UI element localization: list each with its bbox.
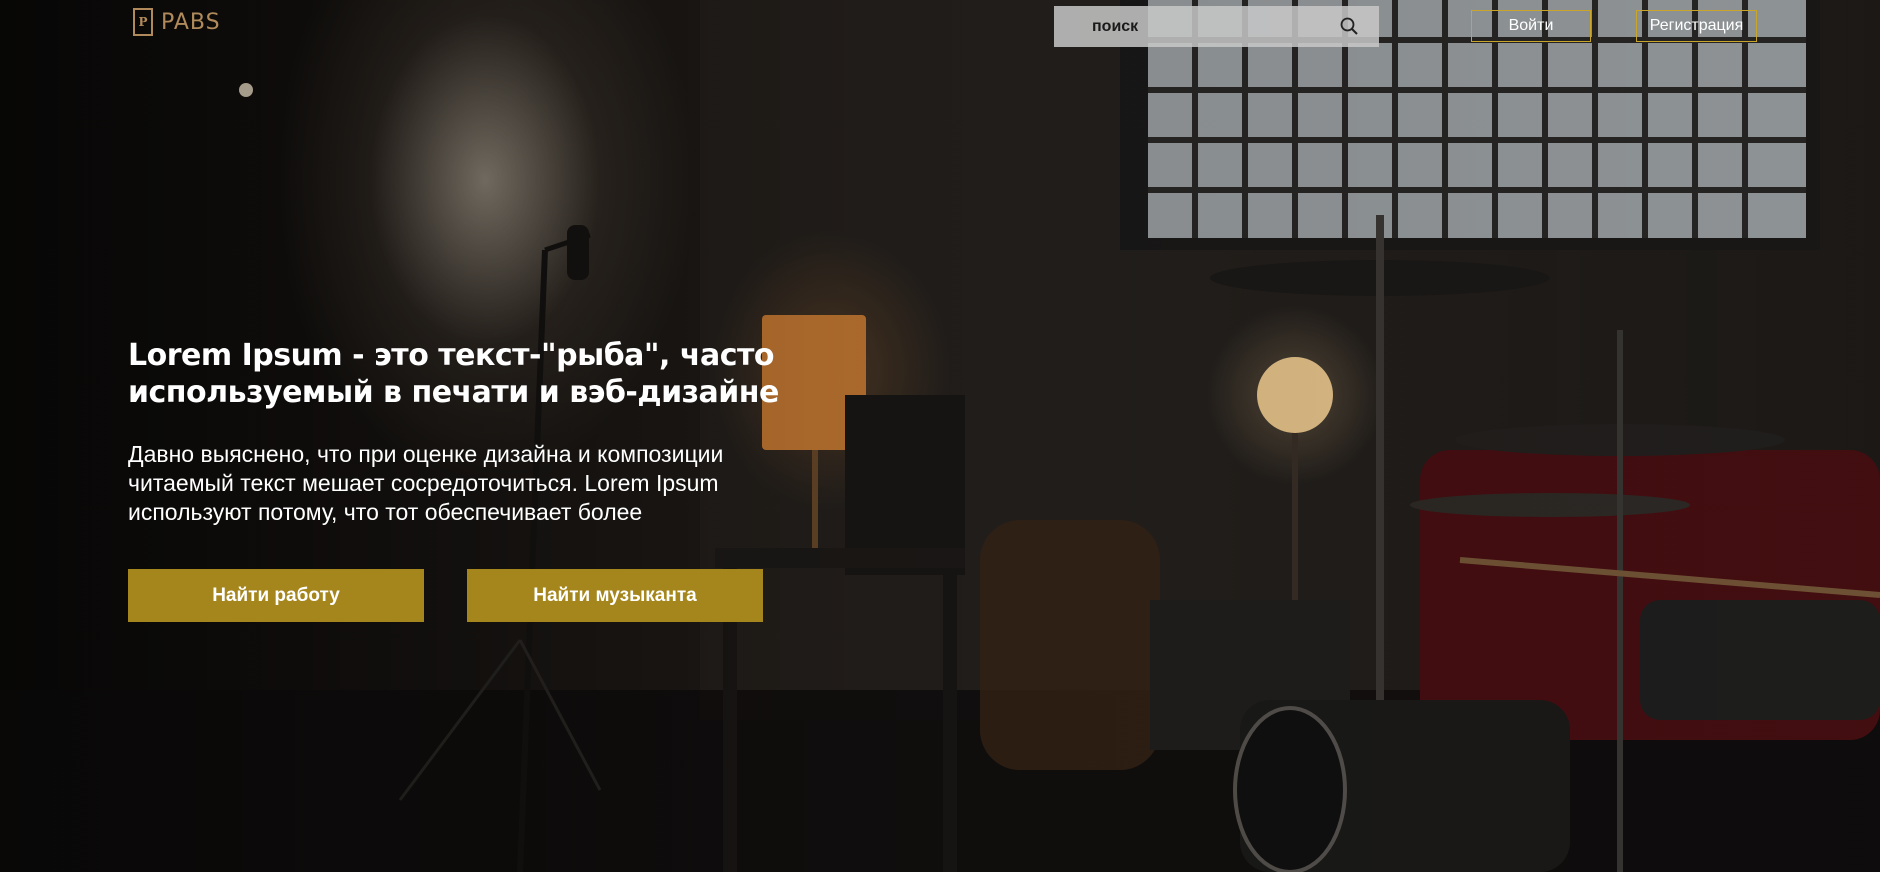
find-musician-button[interactable]: Найти музыканта: [467, 569, 763, 622]
hero-section: P PABS Войти Регистрация Lorem Ipsum - э…: [0, 0, 1880, 872]
find-job-button[interactable]: Найти работу: [128, 569, 424, 622]
logo-text: PABS: [161, 9, 221, 35]
search-box[interactable]: [1054, 5, 1379, 48]
logo[interactable]: P PABS: [133, 8, 221, 36]
login-button[interactable]: Войти: [1471, 10, 1591, 42]
hero-headline: Lorem Ipsum - это текст-"рыба", часто ис…: [128, 338, 779, 410]
hero-subtext: Давно выяснено, что при оценке дизайна и…: [128, 441, 724, 525]
dark-overlay: [0, 0, 1880, 872]
search-input[interactable]: [1054, 5, 1354, 48]
logo-icon: P: [133, 8, 153, 36]
register-button[interactable]: Регистрация: [1636, 10, 1757, 42]
search-icon[interactable]: [1339, 16, 1359, 36]
